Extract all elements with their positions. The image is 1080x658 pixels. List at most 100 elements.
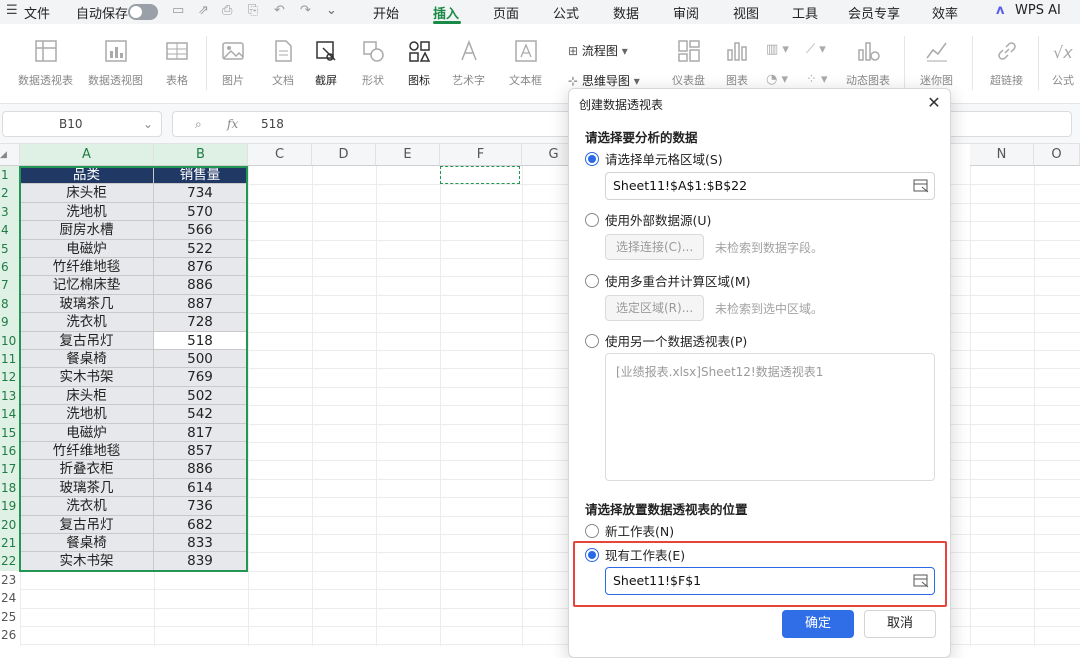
hamburger-icon[interactable]: ☰ — [6, 3, 18, 18]
row-header[interactable]: 26 — [0, 626, 20, 644]
category-cell[interactable]: 洗衣机 — [20, 497, 154, 516]
row-header[interactable]: 9 — [0, 313, 20, 332]
row-header[interactable]: 3 — [0, 202, 20, 222]
column-header-f[interactable]: F — [440, 144, 522, 166]
category-cell[interactable]: 床头柜 — [20, 386, 154, 406]
sales-cell[interactable]: 522 — [154, 239, 247, 258]
tab-efficiency[interactable]: 效率 — [932, 3, 958, 22]
row-header[interactable]: 5 — [0, 239, 20, 258]
category-cell[interactable]: 电磁炉 — [20, 423, 154, 442]
tab-view[interactable]: 视图 — [733, 3, 759, 22]
category-cell[interactable]: 电磁炉 — [20, 239, 154, 258]
category-cell[interactable]: 床头柜 — [20, 184, 154, 203]
radio-unchecked-icon[interactable] — [585, 212, 599, 227]
category-cell[interactable]: 玻璃茶几 — [20, 294, 154, 314]
sales-cell[interactable]: 682 — [154, 515, 247, 534]
redo-icon[interactable]: ↷ — [300, 3, 311, 18]
chevron-down-icon[interactable]: ⌄ — [326, 3, 337, 18]
sparkline-button[interactable]: 迷你图 — [920, 38, 953, 88]
sales-cell[interactable]: 728 — [154, 313, 247, 332]
cancel-button[interactable]: 取消 — [864, 610, 936, 638]
formula-button[interactable]: √x 公式 — [1050, 38, 1076, 88]
sales-cell[interactable]: 886 — [154, 276, 247, 295]
print-icon[interactable]: ⎙ — [222, 3, 232, 18]
sales-cell[interactable]: 736 — [154, 497, 247, 516]
column-header-a[interactable]: A — [20, 144, 154, 166]
column-header-b[interactable]: B — [154, 144, 248, 166]
category-cell[interactable]: 实木书架 — [20, 552, 154, 571]
pivot-table-button[interactable]: 数据透视表 — [18, 38, 73, 88]
choose-connection-button[interactable]: 选择连接(C)... — [605, 234, 705, 260]
share-icon[interactable]: ⇗ — [198, 3, 209, 18]
select-all-corner[interactable]: ◢ — [0, 144, 20, 166]
scatter-chart-dropdown[interactable]: ⁘ ▾ — [806, 72, 828, 87]
sales-cell[interactable]: 769 — [154, 368, 247, 387]
row-header[interactable]: 6 — [0, 258, 20, 277]
range-input[interactable]: Sheet11!$A$1:$B$22 — [605, 172, 935, 200]
column-header-c[interactable]: C — [248, 144, 312, 166]
sales-cell[interactable]: 502 — [154, 386, 247, 406]
hyperlink-button[interactable]: 超链接 — [990, 38, 1023, 88]
radio-new-sheet[interactable]: 新工作表(N) — [585, 521, 674, 540]
print-preview-icon[interactable]: ⎘ — [248, 3, 258, 18]
row-header[interactable]: 7 — [0, 276, 20, 295]
tab-review[interactable]: 审阅 — [673, 3, 699, 22]
category-cell[interactable]: 竹纤维地毯 — [20, 258, 154, 277]
row-header[interactable]: 1 — [0, 166, 20, 185]
header-cell-category[interactable]: 品类 — [20, 166, 154, 185]
sales-cell[interactable]: 857 — [154, 442, 247, 461]
row-header[interactable]: 11 — [0, 350, 20, 369]
name-box[interactable]: B10 ⌄ — [2, 111, 162, 137]
dashboard-button[interactable]: 仪表盘 — [672, 38, 705, 88]
radio-unchecked-icon[interactable] — [585, 333, 599, 348]
tab-data[interactable]: 数据 — [613, 3, 639, 22]
location-input[interactable]: Sheet11!$F$1 — [605, 567, 935, 595]
category-cell[interactable]: 厨房水槽 — [20, 221, 154, 240]
row-header[interactable]: 20 — [0, 515, 20, 534]
row-header[interactable]: 2 — [0, 184, 20, 203]
category-cell[interactable]: 餐桌椅 — [20, 350, 154, 369]
tab-page[interactable]: 页面 — [493, 3, 519, 22]
column-header-e[interactable]: E — [376, 144, 440, 166]
save-icon[interactable]: ▭ — [172, 3, 184, 18]
sales-cell[interactable]: 566 — [154, 221, 247, 240]
chart-button[interactable]: 图表 — [724, 38, 750, 88]
mindmap-button[interactable]: ⊹ 思维导图 ▾ — [568, 72, 640, 89]
tab-insert[interactable]: 插入 — [433, 3, 459, 22]
tab-home[interactable]: 开始 — [373, 3, 399, 22]
column-header-o[interactable]: O — [1034, 144, 1080, 166]
radio-another-pivot[interactable]: 使用另一个数据透视表(P) — [585, 331, 747, 350]
textbox-button[interactable]: 文本框 — [509, 38, 542, 88]
sales-cell[interactable]: 839 — [154, 552, 247, 571]
radio-existing-sheet[interactable]: 现有工作表(E) — [585, 545, 685, 564]
select-region-button[interactable]: 选定区域(R)... — [605, 295, 705, 321]
row-header[interactable]: 4 — [0, 221, 20, 240]
line-chart-dropdown[interactable]: ⟋ ▾ — [806, 42, 826, 57]
column-chart-dropdown[interactable]: ▥ ▾ — [766, 42, 789, 57]
row-header[interactable]: 18 — [0, 478, 20, 498]
category-cell[interactable]: 折叠衣柜 — [20, 460, 154, 479]
sales-cell[interactable]: 817 — [154, 423, 247, 442]
row-header[interactable]: 22 — [0, 552, 20, 571]
row-header[interactable]: 23 — [0, 571, 20, 589]
ok-button[interactable]: 确定 — [782, 610, 854, 638]
category-cell[interactable]: 餐桌椅 — [20, 534, 154, 553]
category-cell[interactable]: 洗地机 — [20, 202, 154, 222]
fx-icon[interactable]: fx — [227, 112, 238, 136]
radio-unchecked-icon[interactable] — [585, 523, 599, 538]
row-header[interactable]: 19 — [0, 497, 20, 516]
row-header[interactable]: 14 — [0, 405, 20, 424]
close-icon[interactable]: ✕ — [924, 93, 944, 113]
category-cell[interactable]: 记忆棉床垫 — [20, 276, 154, 295]
pivot-list-box[interactable]: [业绩报表.xlsx]Sheet12!数据透视表1 — [605, 353, 935, 481]
category-cell[interactable]: 玻璃茶几 — [20, 478, 154, 498]
range-picker-icon[interactable] — [913, 574, 929, 588]
row-header[interactable]: 17 — [0, 460, 20, 479]
sales-cell[interactable]: 734 — [154, 184, 247, 203]
sales-cell[interactable]: 542 — [154, 405, 247, 424]
row-header[interactable]: 25 — [0, 608, 20, 626]
screenshot-button[interactable]: 截屏 — [313, 38, 339, 88]
sales-cell[interactable]: 518 — [154, 331, 247, 350]
radio-multi-consolidation[interactable]: 使用多重合并计算区域(M) — [585, 271, 751, 290]
wordart-button[interactable]: 艺术字 — [452, 38, 485, 88]
